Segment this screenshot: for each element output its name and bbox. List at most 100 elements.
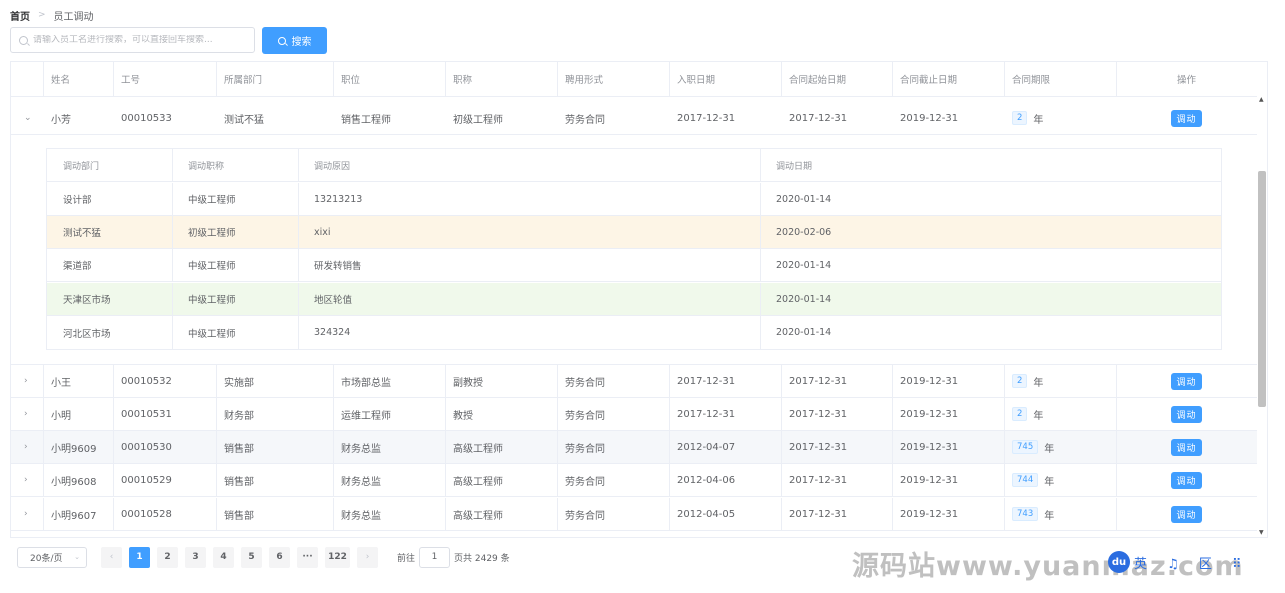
- cell-position: 财务总监: [341, 443, 381, 455]
- transfer-header-reason: 调动原因: [314, 161, 351, 172]
- cell-id: 00010528: [121, 508, 172, 520]
- cell-name: 小王: [51, 377, 71, 389]
- cell-contract-term: 743 年: [1004, 498, 1054, 530]
- du-logo-icon[interactable]: du: [1108, 551, 1130, 573]
- cell-title: 教授: [453, 410, 473, 422]
- header-contract-start: 合同起始日期: [789, 75, 847, 86]
- transfer-reason: 324324: [314, 327, 351, 338]
- page-button[interactable]: 3: [185, 546, 206, 568]
- transfer-header-title: 调动职称: [188, 161, 225, 172]
- page-button[interactable]: 2: [157, 546, 178, 568]
- scrollbar-thumb[interactable]: [1258, 171, 1266, 407]
- input-method-toolbar[interactable]: 英 ♫ 区 ⠿: [1134, 553, 1250, 572]
- transfer-reason: xixi: [314, 226, 331, 238]
- cell-contract-term: 2 年: [1004, 398, 1043, 430]
- table-row[interactable]: ⌄ 小芳 00010533 测试不猛 销售工程师 初级工程师 劳务合同 2017…: [11, 102, 1257, 135]
- transfer-title: 中级工程师: [188, 295, 236, 306]
- chevron-right-icon[interactable]: ›: [24, 476, 32, 485]
- cell-id: 00010529: [121, 474, 172, 486]
- year-unit: 年: [1033, 377, 1044, 389]
- chevron-right-icon[interactable]: ›: [24, 377, 32, 386]
- transfer-button[interactable]: 调动: [1171, 505, 1202, 523]
- cell-hire-type: 劳务合同: [565, 377, 605, 389]
- cell-dept: 销售部: [224, 510, 254, 522]
- cell-contract-end: 2019-12-31: [900, 375, 959, 387]
- prev-page-button[interactable]: ‹: [101, 546, 122, 568]
- chevron-right-icon[interactable]: ›: [24, 510, 32, 519]
- cell-id: 00010531: [121, 408, 172, 420]
- cell-dept: 销售部: [224, 476, 254, 488]
- chevron-right-icon[interactable]: ›: [24, 410, 32, 419]
- page-size-select[interactable]: 20条/页 ⌄: [17, 546, 87, 568]
- breadcrumb-home[interactable]: 首页: [10, 8, 30, 23]
- year-unit: 年: [1044, 476, 1055, 488]
- scroll-up-icon[interactable]: ▲: [1259, 96, 1264, 103]
- transfer-button[interactable]: 调动: [1171, 109, 1202, 127]
- page-button[interactable]: 6: [269, 546, 290, 568]
- table-row[interactable]: › 小明9607 00010528 销售部 财务总监 高级工程师 劳务合同 20…: [11, 498, 1257, 531]
- cell-title: 高级工程师: [453, 510, 503, 522]
- transfer-dept: 测试不猛: [63, 228, 102, 239]
- term-tag: 2: [1012, 407, 1028, 421]
- cell-contract-term: 2 年: [1004, 365, 1043, 397]
- term-tag: 2: [1012, 374, 1028, 388]
- page-button[interactable]: 122: [325, 546, 350, 568]
- cell-contract-end: 2019-12-31: [900, 474, 959, 486]
- vertical-scrollbar[interactable]: ▲ ▼: [1257, 96, 1267, 536]
- cell-contract-end: 2019-12-31: [900, 508, 959, 520]
- search-input[interactable]: [33, 35, 253, 45]
- header-join-date: 入职日期: [677, 75, 716, 86]
- transfer-button[interactable]: 调动: [1171, 405, 1202, 423]
- cell-dept: 实施部: [224, 377, 254, 389]
- transfer-button[interactable]: 调动: [1171, 372, 1202, 390]
- cell-title: 初级工程师: [453, 114, 503, 126]
- chevron-right-icon[interactable]: ›: [24, 443, 32, 452]
- cell-contract-start: 2017-12-31: [789, 474, 848, 486]
- year-unit: 年: [1044, 510, 1055, 522]
- goto-page-input[interactable]: 1: [419, 546, 451, 568]
- transfer-title: 中级工程师: [188, 195, 236, 206]
- next-page-button[interactable]: ›: [357, 546, 378, 568]
- cell-position: 市场部总监: [341, 377, 391, 389]
- transfer-button[interactable]: 调动: [1171, 471, 1202, 489]
- header-position: 职位: [341, 75, 361, 86]
- table-row[interactable]: › 小明9609 00010530 销售部 财务总监 高级工程师 劳务合同 20…: [11, 431, 1257, 464]
- cell-dept: 测试不猛: [224, 114, 264, 126]
- table-row[interactable]: › 小明 00010531 财务部 运维工程师 教授 劳务合同 2017-12-…: [11, 398, 1257, 431]
- table-row[interactable]: › 小王 00010532 实施部 市场部总监 副教授 劳务合同 2017-12…: [11, 365, 1257, 398]
- cell-contract-end: 2019-12-31: [900, 112, 959, 124]
- search-button[interactable]: 搜索: [262, 27, 327, 54]
- cell-id: 00010533: [121, 112, 172, 124]
- transfer-title: 初级工程师: [188, 228, 236, 239]
- cell-join-date: 2012-04-06: [677, 474, 736, 486]
- scroll-down-icon[interactable]: ▼: [1259, 529, 1264, 536]
- cell-contract-term: 2 年: [1004, 102, 1043, 134]
- cell-hire-type: 劳务合同: [565, 410, 605, 422]
- page-button[interactable]: 4: [213, 546, 234, 568]
- transfer-row: 测试不猛 初级工程师 xixi 2020-02-06: [47, 216, 1221, 249]
- term-tag: 744: [1012, 473, 1039, 487]
- transfer-date: 2020-02-06: [776, 226, 832, 238]
- transfer-row: 天津区市场 中级工程师 地区轮值 2020-01-14: [47, 283, 1221, 316]
- more-pages-button[interactable]: ···: [297, 546, 318, 568]
- page-button[interactable]: 1: [129, 546, 150, 568]
- cell-actions: 调动: [1116, 498, 1257, 530]
- cell-position: 财务总监: [341, 476, 381, 488]
- cell-hire-type: 劳务合同: [565, 114, 605, 126]
- header-contract-term: 合同期限: [1012, 75, 1051, 86]
- page-button[interactable]: 5: [241, 546, 262, 568]
- term-tag: 2: [1012, 111, 1028, 125]
- cell-position: 销售工程师: [341, 114, 391, 126]
- cell-actions: 调动: [1116, 398, 1257, 430]
- cell-join-date: 2012-04-07: [677, 441, 736, 453]
- table-row[interactable]: › 小明9608 00010529 销售部 财务总监 高级工程师 劳务合同 20…: [11, 464, 1257, 497]
- transfer-row: 渠道部 中级工程师 研发转销售 2020-01-14: [47, 249, 1221, 282]
- search-box[interactable]: [10, 27, 255, 53]
- breadcrumb-separator-icon: >: [38, 10, 46, 20]
- cell-name: 小明: [51, 410, 71, 422]
- cell-position: 运维工程师: [341, 410, 391, 422]
- chevron-down-icon[interactable]: ⌄: [24, 114, 32, 123]
- cell-hire-type: 劳务合同: [565, 510, 605, 522]
- header-actions: 操作: [1176, 75, 1196, 86]
- transfer-button[interactable]: 调动: [1171, 438, 1202, 456]
